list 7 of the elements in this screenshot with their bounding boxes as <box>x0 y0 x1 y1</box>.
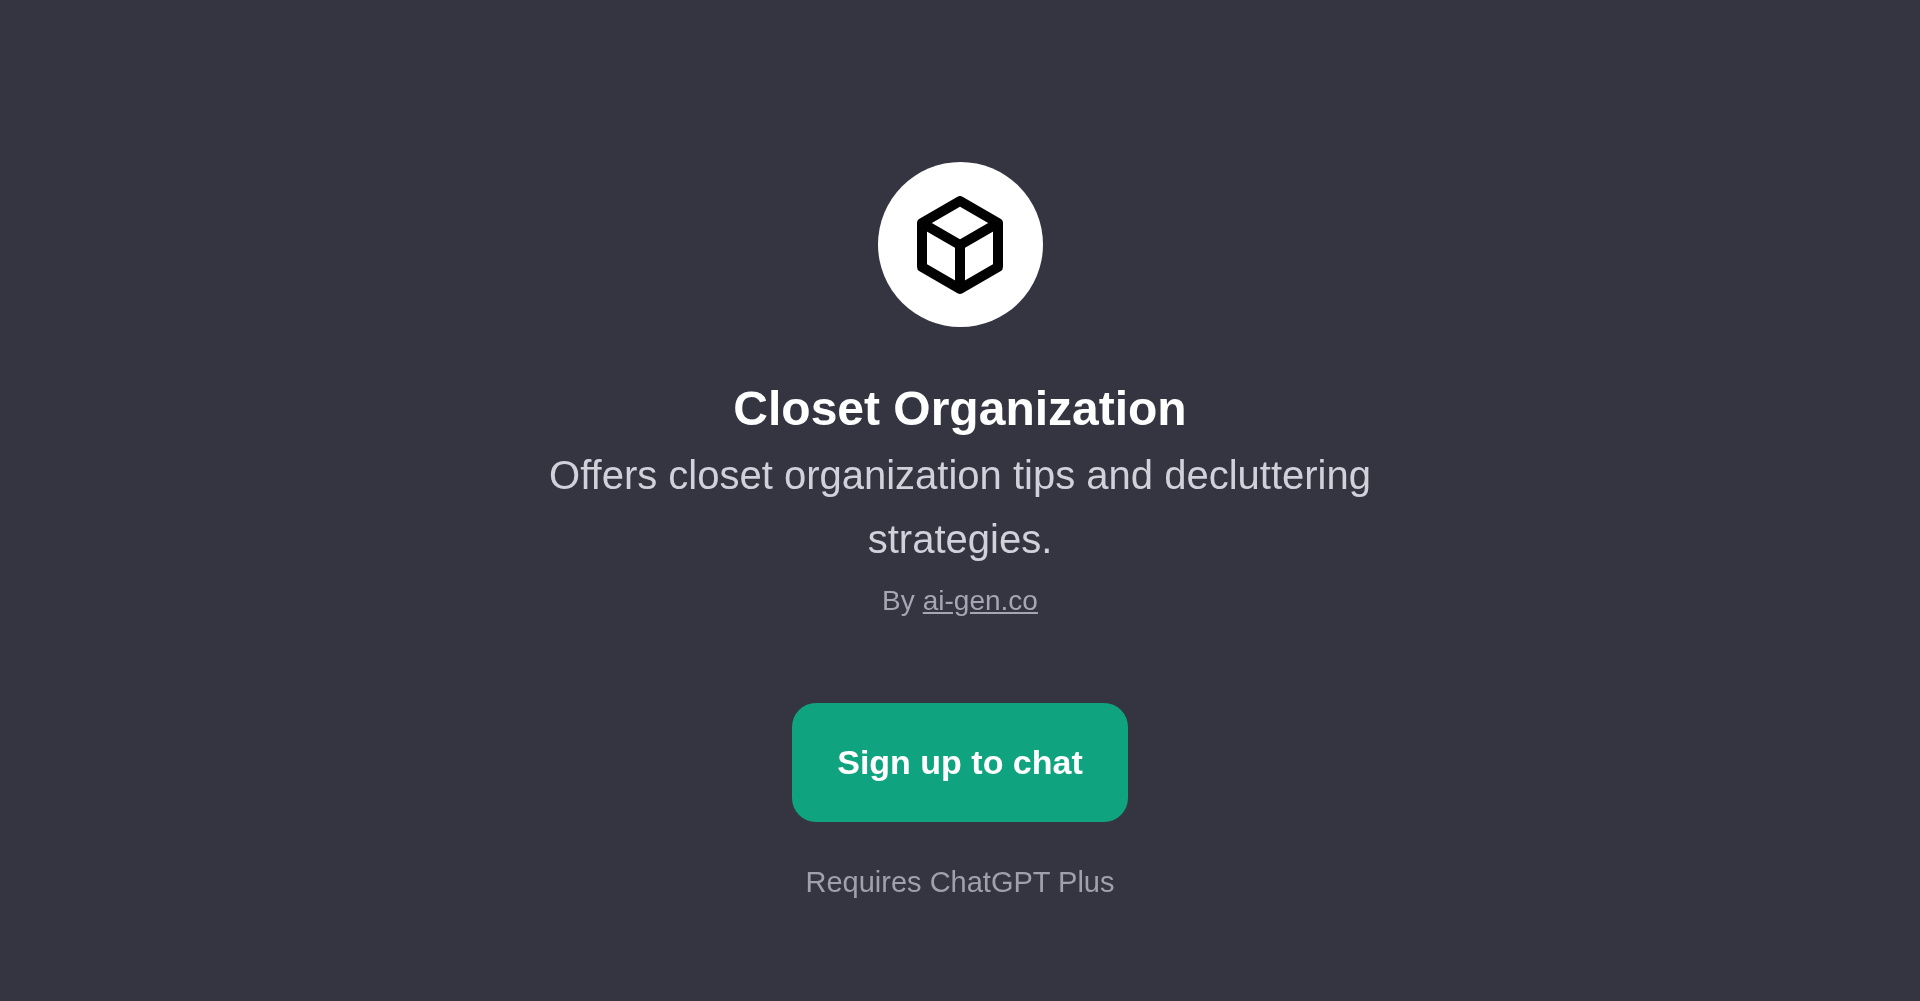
description: Offers closet organization tips and decluttering strategies. <box>548 452 1372 563</box>
author-link[interactable]: ai-gen.co <box>922 581 1038 621</box>
by-label: By <box>882 584 915 618</box>
sign-up-button[interactable]: Sign up to chat <box>792 703 1128 822</box>
cube-icon <box>914 194 1006 295</box>
requirement-note: Requires ChatGPT Plus <box>805 866 1115 899</box>
page-title: Closet Organization <box>733 381 1187 437</box>
